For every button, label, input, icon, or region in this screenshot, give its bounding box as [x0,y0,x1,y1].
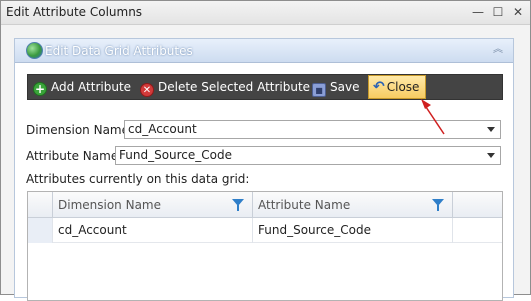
close-button[interactable]: ↶ Close [368,75,427,99]
filter-icon[interactable] [432,199,444,211]
maximize-icon[interactable]: ☐ [490,4,506,20]
cell-attribute-name[interactable]: Fund_Source_Code [253,218,453,243]
add-icon: + [33,82,47,96]
column-header-dimension-name[interactable]: Dimension Name [53,192,253,218]
row-selector[interactable] [28,218,53,243]
column-header-label: Dimension Name [58,198,162,212]
window-title: Edit Attribute Columns [6,5,143,19]
table-row[interactable]: cd_Account Fund_Source_Code [28,218,502,243]
save-label: Save [330,80,360,94]
edit-data-grid-panel: Edit Data Grid Attributes ︽ + Add Attribu… [14,38,514,301]
toolbar: + Add Attribute ✕ Delete Selected Attribut… [27,74,503,100]
column-header-label: Attribute Name [258,198,351,212]
window-title-bar[interactable]: Edit Attribute Columns — ☐ ✕ [1,1,530,25]
attribute-name-select[interactable]: Fund_Source_Code [115,146,501,165]
close-label: Close [386,80,420,94]
add-attribute-button[interactable]: + Add Attribute [33,76,131,99]
delete-attribute-label: Delete Selected Attribute [158,80,311,94]
globe-icon [26,42,43,59]
minimize-icon[interactable]: — [470,4,486,20]
row-selector-header [28,192,53,218]
add-attribute-label: Add Attribute [51,80,132,94]
undo-icon: ↶ [373,79,385,95]
panel-title: Edit Data Grid Attributes [45,44,193,58]
attributes-grid: Dimension Name Attribute Name cd_Account… [27,191,503,301]
save-button[interactable]: ■ Save [312,76,359,99]
filter-icon[interactable] [232,199,244,211]
cell-dimension-name[interactable]: cd_Account [53,218,253,243]
column-header-attribute-name[interactable]: Attribute Name [253,192,453,218]
panel-header: Edit Data Grid Attributes ︽ [15,39,513,63]
edit-attribute-columns-window: Edit Attribute Columns — ☐ ✕ Edit Data G… [0,0,531,301]
save-icon: ■ [312,83,326,97]
dimension-name-value: cd_Account [128,122,197,136]
delete-selected-attribute-button[interactable]: ✕ Delete Selected Attribute [140,76,310,99]
grid-header: Dimension Name Attribute Name [28,192,502,218]
attribute-name-value: Fund_Source_Code [119,148,233,162]
grid-caption: Attributes currently on this data grid: [26,172,250,186]
close-window-icon[interactable]: ✕ [510,4,526,20]
dimension-name-select[interactable]: cd_Account [124,120,501,139]
chevron-down-icon[interactable] [487,153,495,158]
dimension-name-label: Dimension Name [26,123,130,137]
collapse-icon[interactable]: ︽ [491,43,505,57]
attribute-name-label: Attribute Name [26,149,119,163]
chevron-down-icon[interactable] [487,127,495,132]
delete-icon: ✕ [140,83,154,97]
